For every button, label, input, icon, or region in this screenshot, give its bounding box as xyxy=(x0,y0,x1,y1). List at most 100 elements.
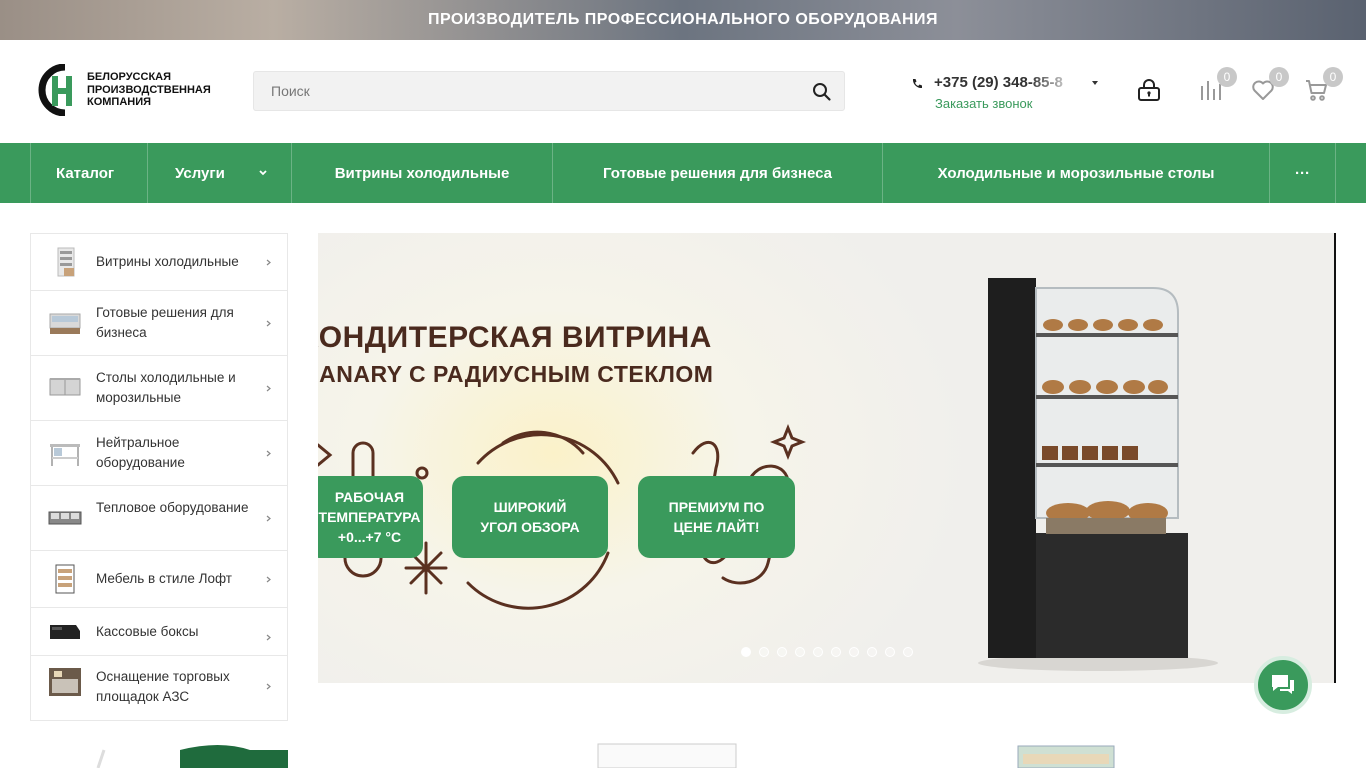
sidebar-item-thermal-equipment[interactable]: Тепловое оборудование xyxy=(31,486,287,551)
nav-item-label: Каталог xyxy=(56,164,115,182)
gas-station-thumbnail xyxy=(49,668,81,696)
sidebar-item-label: Кассовые боксы xyxy=(96,624,199,639)
showcase-product-image xyxy=(978,278,1218,671)
product-card-peek[interactable] xyxy=(597,740,737,768)
sidebar-item-loft-furniture[interactable]: Мебель в стиле Лофт xyxy=(31,551,287,608)
cart-count-badge: 0 xyxy=(1323,67,1343,87)
cash-box-thumbnail xyxy=(50,625,80,639)
nav-item-tables[interactable]: Холодильные и морозильные столы xyxy=(883,143,1270,203)
hero-subtitle: CANARY С РАДИУСНЫМ СТЕКЛОМ xyxy=(318,361,714,387)
sidebar-item-neutral-equipment[interactable]: Нейтральное оборудование xyxy=(31,421,287,486)
sidebar-item-business-solutions[interactable]: Готовые решения для бизнеса xyxy=(31,291,287,356)
compare-button[interactable]: 0 xyxy=(1199,67,1237,104)
sidebar-item-label: Столы холодильные и морозильные xyxy=(96,370,236,405)
sidebar-item-label: Мебель в стиле Лофт xyxy=(96,571,232,586)
loft-furniture-thumbnail xyxy=(55,564,75,594)
showcase-thumbnail xyxy=(57,247,75,277)
chevron-right-icon xyxy=(266,576,271,583)
nav-more-button[interactable]: ··· xyxy=(1270,143,1336,203)
chevron-right-icon xyxy=(266,320,271,327)
search-icon[interactable] xyxy=(812,82,832,102)
hero-edge xyxy=(1334,233,1336,683)
search-bar xyxy=(253,71,845,111)
product-card-peek[interactable] xyxy=(1017,740,1115,768)
slider-dot[interactable] xyxy=(741,647,751,657)
pill-line: ТЕМПЕРАТУРА xyxy=(318,509,421,525)
sidebar-item-cash-boxes[interactable]: Кассовые боксы xyxy=(31,608,287,656)
lock-user-icon xyxy=(1138,79,1160,101)
chevron-right-icon xyxy=(266,634,271,641)
chevron-right-icon xyxy=(266,259,271,266)
sidebar-item-label: Нейтральное оборудование xyxy=(96,435,185,470)
nav-item-label: Готовые решения для бизнеса xyxy=(603,164,832,182)
chevron-right-icon xyxy=(266,683,271,690)
account-button[interactable] xyxy=(1137,78,1163,104)
header: БЕЛОРУССКАЯ ПРОИЗВОДСТВЕННАЯ КОМПАНИЯ +3… xyxy=(0,40,1366,143)
nav-item-showcases[interactable]: Витрины холодильные xyxy=(292,143,553,203)
chevron-right-icon xyxy=(266,515,271,522)
logo-text: БЕЛОРУССКАЯ ПРОИЗВОДСТВЕННАЯ КОМПАНИЯ xyxy=(87,71,211,109)
pill-line: ПРЕМИУМ ПО xyxy=(668,499,765,515)
chat-icon xyxy=(1272,675,1294,694)
slider-dot[interactable] xyxy=(867,647,877,657)
sidebar-item-showcases[interactable]: Витрины холодильные xyxy=(31,234,287,291)
nav-item-business-solutions[interactable]: Готовые решения для бизнеса xyxy=(553,143,883,203)
favorites-button[interactable]: 0 xyxy=(1251,67,1289,104)
contacts-block: +375 (29) 348-85-8 Заказать звонок xyxy=(911,74,1111,114)
slider-dot[interactable] xyxy=(777,647,787,657)
feature-pill-premium: ПРЕМИУМ ПО ЦЕНЕ ЛАЙТ! xyxy=(638,476,795,558)
slider-dot[interactable] xyxy=(903,647,913,657)
sidebar-item-label: Оснащение торговых площадок АЗС xyxy=(96,669,230,704)
feature-pill-temperature: РАБОЧАЯ ТЕМПЕРАТУРА +0...+7 °C xyxy=(318,476,423,558)
pill-line: ЦЕНЕ ЛАЙТ! xyxy=(673,519,760,535)
nav-item-label: Услуги xyxy=(175,164,225,182)
chat-button[interactable] xyxy=(1254,656,1312,714)
logo-line-1: БЕЛОРУССКАЯ xyxy=(87,71,172,84)
nav-item-catalog[interactable]: Каталог xyxy=(30,143,148,203)
cart-button[interactable]: 0 xyxy=(1305,67,1343,104)
nav-item-label: Холодильные и морозильные столы xyxy=(937,164,1215,182)
promo-card-peek[interactable] xyxy=(90,740,288,768)
phone-icon xyxy=(911,77,923,89)
nav-item-services[interactable]: Услуги xyxy=(148,143,292,203)
slider-dot[interactable] xyxy=(831,647,841,657)
slider-dot[interactable] xyxy=(795,647,805,657)
bpk-logo-icon xyxy=(35,63,81,117)
slider-dot[interactable] xyxy=(849,647,859,657)
slider-dot[interactable] xyxy=(885,647,895,657)
callback-link[interactable]: Заказать звонок xyxy=(935,96,1032,111)
fridge-table-thumbnail xyxy=(49,378,81,396)
feature-pill-wide-angle: ШИРОКИЙ УГОЛ ОБЗОРА xyxy=(452,476,608,558)
neutral-equipment-thumbnail xyxy=(50,444,80,466)
slider-dots xyxy=(741,647,913,657)
sidebar-item-gas-station-equipment[interactable]: Оснащение торговых площадок АЗС xyxy=(31,656,287,720)
phone-dropdown-caret[interactable] xyxy=(1092,81,1098,85)
more-dots-icon: ··· xyxy=(1295,164,1310,182)
search-input[interactable] xyxy=(254,72,794,110)
favorites-count-badge: 0 xyxy=(1269,67,1289,87)
logo[interactable]: БЕЛОРУССКАЯ ПРОИЗВОДСТВЕННАЯ КОМПАНИЯ xyxy=(35,63,225,117)
sidebar-item-label: Тепловое оборудование xyxy=(96,500,249,515)
pill-line: РАБОЧАЯ xyxy=(334,489,405,505)
logo-line-3: КОМПАНИЯ xyxy=(87,96,152,109)
main-nav: Каталог Услуги Витрины холодильные Готов… xyxy=(0,143,1366,203)
pill-line: ШИРОКИЙ xyxy=(493,499,567,515)
chevron-right-icon xyxy=(266,450,271,457)
slider-dot[interactable] xyxy=(759,647,769,657)
nav-item-label: Витрины холодильные xyxy=(334,164,510,182)
sidebar-item-fridge-tables[interactable]: Столы холодильные и морозильные xyxy=(31,356,287,421)
chevron-right-icon xyxy=(266,385,271,392)
chevron-down-icon xyxy=(259,170,267,176)
hero-slider[interactable]: КОНДИТЕРСКАЯ ВИТРИНА CANARY С РАДИУСНЫМ … xyxy=(318,233,1335,683)
compare-count-badge: 0 xyxy=(1217,67,1237,87)
sidebar-item-label: Витрины холодильные xyxy=(96,254,239,269)
thermal-equipment-thumbnail xyxy=(48,511,82,525)
business-solution-thumbnail xyxy=(49,313,81,334)
slider-dot[interactable] xyxy=(813,647,823,657)
top-promo-bar: ПРОИЗВОДИТЕЛЬ ПРОФЕССИОНАЛЬНОГО ОБОРУДОВ… xyxy=(0,0,1366,40)
phone-number[interactable]: +375 (29) 348-85-8 xyxy=(934,74,1079,91)
top-promo-text: ПРОИЗВОДИТЕЛЬ ПРОФЕССИОНАЛЬНОГО ОБОРУДОВ… xyxy=(427,11,939,28)
catalog-sidebar: Витрины холодильные Готовые решения для … xyxy=(30,233,288,721)
pill-line: УГОЛ ОБЗОРА xyxy=(480,519,580,535)
pill-line: +0...+7 °C xyxy=(337,529,402,545)
